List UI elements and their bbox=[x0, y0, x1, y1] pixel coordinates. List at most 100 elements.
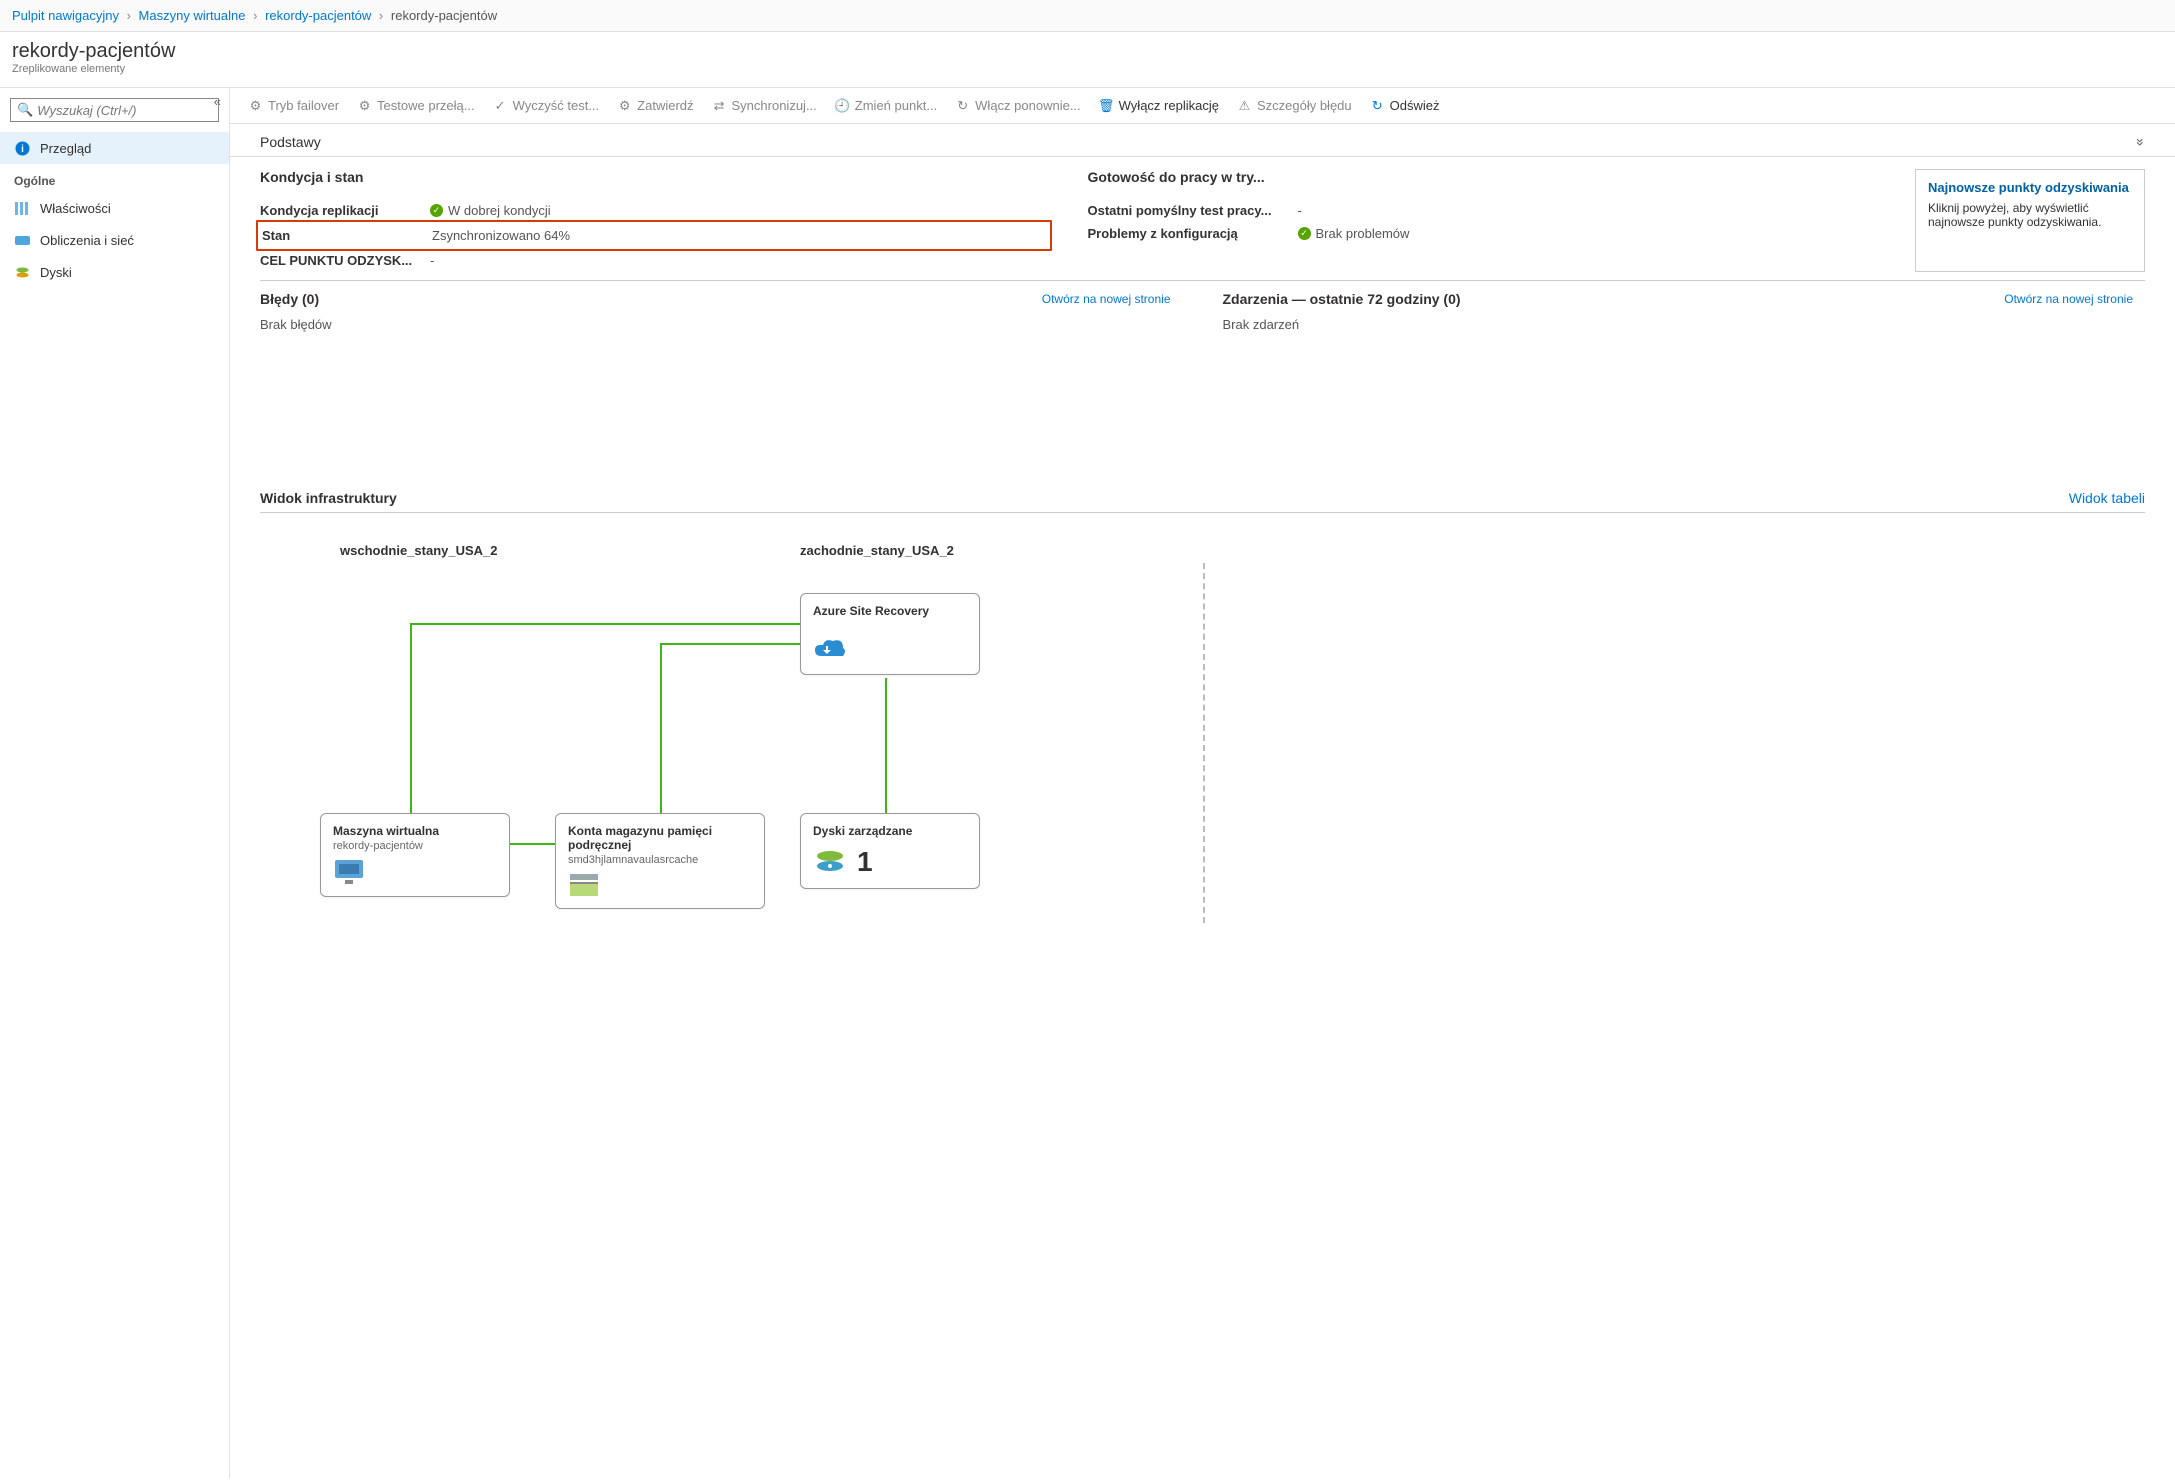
breadcrumb-dashboard[interactable]: Pulpit nawigacyjny bbox=[12, 8, 119, 23]
region-left-label: wschodnie_stany_USA_2 bbox=[340, 543, 498, 558]
node-cache[interactable]: Konta magazynu pamięci podręcznej smd3hj… bbox=[555, 813, 765, 909]
error-icon: ⚠ bbox=[1237, 98, 1252, 113]
infra-diagram: wschodnie_stany_USA_2 zachodnie_stany_US… bbox=[260, 523, 2145, 923]
sidebar-item-label: Właściwości bbox=[40, 201, 111, 216]
value-text: Brak problemów bbox=[1316, 226, 1410, 241]
sidebar-item-disks[interactable]: Dyski bbox=[0, 256, 229, 288]
panels: Błędy (0) Otwórz na nowej stronie Brak b… bbox=[260, 280, 2145, 350]
sidebar-item-label: Dyski bbox=[40, 265, 72, 280]
table-view-tab[interactable]: Widok tabeli bbox=[2069, 490, 2145, 506]
label: Wyłącz replikację bbox=[1119, 98, 1219, 113]
label: Tryb failover bbox=[268, 98, 339, 113]
node-vm[interactable]: Maszyna wirtualna rekordy-pacjentów bbox=[320, 813, 510, 897]
sidebar-item-compute[interactable]: Obliczenia i sieć bbox=[0, 224, 229, 256]
sidebar-item-properties[interactable]: Właściwości bbox=[0, 192, 229, 224]
readiness-column: Gotowość do pracy w try... Ostatni pomyś… bbox=[1088, 169, 1876, 272]
status-row: Stan Zsynchronizowano 64% bbox=[262, 224, 1046, 247]
svg-text:i: i bbox=[21, 144, 24, 155]
repl-health-label: Kondycja replikacji bbox=[260, 203, 430, 218]
errors-open-link[interactable]: Otwórz na nowej stronie bbox=[1042, 292, 1171, 306]
clock-icon: 🕘 bbox=[835, 98, 850, 113]
config-row: Problemy z konfiguracją ✓ Brak problemów bbox=[1088, 222, 1876, 245]
error-details-button[interactable]: ⚠ Szczegóły błędu bbox=[1237, 98, 1352, 113]
refresh-icon: ↻ bbox=[1370, 98, 1385, 113]
rpo-value: - bbox=[430, 253, 1048, 268]
sidebar-item-label: Przegląd bbox=[40, 141, 91, 156]
content: ⚙Tryb failover ⚙Testowe przełą... ✓Wyczy… bbox=[230, 88, 2175, 1478]
sidebar-section-general: Ogólne bbox=[0, 164, 229, 192]
label: Wyczyść test... bbox=[513, 98, 600, 113]
events-body: Brak zdarzeń bbox=[1223, 317, 2134, 332]
label: Testowe przełą... bbox=[377, 98, 475, 113]
recovery-points-text: Kliknij powyżej, aby wyświetlić najnowsz… bbox=[1928, 201, 2132, 229]
breadcrumb-vms[interactable]: Maszyny wirtualne bbox=[139, 8, 246, 23]
repl-health-value: ✓ W dobrej kondycji bbox=[430, 203, 1048, 218]
rpo-label: CEL PUNKTU ODZYSK... bbox=[260, 253, 430, 268]
commit-button[interactable]: ⚙ Zatwierdź bbox=[617, 98, 693, 113]
connector bbox=[660, 643, 662, 823]
connector bbox=[885, 678, 887, 823]
last-test-row: Ostatni pomyślny test pracy... - bbox=[1088, 199, 1876, 222]
label: Synchronizuj... bbox=[732, 98, 817, 113]
refresh-button[interactable]: ↻ Odśwież bbox=[1370, 98, 1440, 113]
label: Odśwież bbox=[1390, 98, 1440, 113]
managed-disks-icon bbox=[813, 848, 847, 876]
node-disks-title: Dyski zarządzane bbox=[813, 824, 967, 838]
test-failover-button[interactable]: ⚙Testowe przełą... bbox=[357, 98, 475, 113]
value-text: W dobrej kondycji bbox=[448, 203, 551, 218]
sidebar-item-overview[interactable]: i Przegląd bbox=[0, 132, 229, 164]
events-open-link[interactable]: Otwórz na nowej stronie bbox=[2004, 292, 2133, 306]
status-ok-icon: ✓ bbox=[1298, 227, 1311, 240]
health-column: Kondycja i stan Kondycja replikacji ✓W d… bbox=[260, 169, 1048, 272]
vm-icon bbox=[333, 858, 497, 886]
repl-health-row: Kondycja replikacji ✓ W dobrej kondycji bbox=[260, 199, 1048, 222]
collapse-sidebar-icon[interactable]: « bbox=[214, 94, 221, 109]
trash-icon: 🗑 bbox=[1099, 98, 1114, 113]
reenable-icon: ↻ bbox=[955, 98, 970, 113]
label: Zatwierdź bbox=[637, 98, 693, 113]
config-label: Problemy z konfiguracją bbox=[1088, 226, 1298, 241]
breadcrumb-current: rekordy-pacjentów bbox=[391, 8, 497, 23]
change-point-button[interactable]: 🕘Zmień punkt... bbox=[835, 98, 937, 113]
storage-icon bbox=[568, 872, 752, 898]
sidebar: « 🔍 i Przegląd Ogólne Właściwości Oblicz… bbox=[0, 88, 230, 1478]
breadcrumb-resource[interactable]: rekordy-pacjentów bbox=[265, 8, 371, 23]
cleanup-test-button[interactable]: ✓Wyczyść test... bbox=[493, 98, 600, 113]
chevron-down-icon[interactable]: » bbox=[2133, 138, 2149, 146]
node-vm-sub: rekordy-pacjentów bbox=[333, 840, 497, 852]
node-disks[interactable]: Dyski zarządzane 1 bbox=[800, 813, 980, 889]
status-ok-icon: ✓ bbox=[430, 204, 443, 217]
node-vm-title: Maszyna wirtualna bbox=[333, 824, 497, 838]
page-title: rekordy-pacjentów bbox=[12, 40, 2163, 63]
events-panel: Zdarzenia — ostatnie 72 godziny (0) Otwó… bbox=[1183, 281, 2146, 350]
disks-icon bbox=[14, 264, 30, 280]
last-test-value: - bbox=[1298, 203, 1876, 218]
commit-icon: ⚙ bbox=[617, 98, 632, 113]
resync-button[interactable]: ⇄Synchronizuj... bbox=[712, 98, 817, 113]
search-box[interactable]: 🔍 bbox=[10, 98, 219, 122]
recovery-points-box[interactable]: Najnowsze punkty odzyskiwania Kliknij po… bbox=[1915, 169, 2145, 272]
last-test-label: Ostatni pomyślny test pracy... bbox=[1088, 203, 1298, 218]
failover-button[interactable]: ⚙ Tryb failover bbox=[248, 98, 339, 113]
status-label: Stan bbox=[262, 228, 432, 243]
errors-body: Brak błędów bbox=[260, 317, 1171, 332]
breadcrumb-sep: › bbox=[249, 8, 261, 23]
disks-count: 1 bbox=[857, 846, 873, 878]
errors-title: Błędy (0) bbox=[260, 291, 319, 307]
events-title: Zdarzenia — ostatnie 72 godziny (0) bbox=[1223, 291, 1461, 307]
node-asr[interactable]: Azure Site Recovery bbox=[800, 593, 980, 675]
infra-view-tab[interactable]: Widok infrastruktury bbox=[260, 490, 397, 506]
search-input[interactable] bbox=[37, 103, 212, 118]
asr-icon bbox=[813, 638, 967, 664]
connector bbox=[410, 623, 800, 625]
essentials-bar[interactable]: Podstawy » bbox=[230, 124, 2175, 157]
disable-replication-button[interactable]: 🗑 Wyłącz replikację bbox=[1099, 98, 1219, 113]
reenable-button[interactable]: ↻Włącz ponownie... bbox=[955, 98, 1081, 113]
status-highlight: Stan Zsynchronizowano 64% bbox=[256, 220, 1052, 251]
failover-icon: ⚙ bbox=[248, 98, 263, 113]
compute-icon bbox=[14, 232, 30, 248]
properties-icon bbox=[14, 200, 30, 216]
label: Szczegóły błędu bbox=[1257, 98, 1352, 113]
infra-tabs: Widok infrastruktury Widok tabeli bbox=[260, 490, 2145, 513]
page-subtitle: Zreplikowane elementy bbox=[12, 63, 2163, 75]
